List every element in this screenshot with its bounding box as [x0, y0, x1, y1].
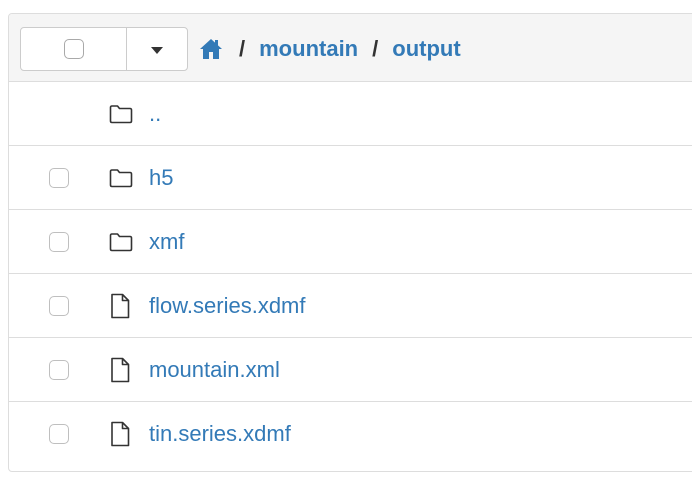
- list-item[interactable]: flow.series.xdmf: [9, 274, 692, 338]
- list-item[interactable]: h5: [9, 146, 692, 210]
- list-item-parent[interactable]: ..: [9, 82, 692, 146]
- list-item[interactable]: tin.series.xdmf: [9, 402, 692, 466]
- list-item[interactable]: xmf: [9, 210, 692, 274]
- folder-icon: [109, 232, 133, 252]
- item-checkbox[interactable]: [49, 295, 69, 316]
- file-browser-header: / mountain / output: [9, 14, 692, 82]
- breadcrumb-item-output[interactable]: output: [392, 36, 460, 62]
- list-item-name[interactable]: ..: [149, 101, 161, 127]
- home-icon[interactable]: [199, 37, 225, 61]
- list-item-name[interactable]: flow.series.xdmf: [149, 293, 306, 319]
- item-checkbox[interactable]: [49, 359, 69, 380]
- folder-icon: [109, 104, 133, 124]
- select-all-checkbox-button[interactable]: [21, 28, 127, 70]
- breadcrumb-separator: /: [372, 36, 379, 61]
- item-checkbox[interactable]: [49, 231, 69, 252]
- file-list: .. h5 xmf flow.series.xdmf mountain.xml …: [9, 82, 692, 466]
- breadcrumb-separator: /: [239, 36, 246, 61]
- file-icon: [109, 357, 131, 383]
- list-item-name[interactable]: mountain.xml: [149, 357, 280, 383]
- list-item[interactable]: mountain.xml: [9, 338, 692, 402]
- item-checkbox[interactable]: [49, 424, 69, 444]
- folder-icon: [109, 168, 133, 188]
- select-all-checkbox[interactable]: [63, 39, 84, 59]
- list-item-name[interactable]: xmf: [149, 229, 184, 255]
- selection-dropdown-button[interactable]: [127, 28, 187, 70]
- select-all-control: [20, 27, 188, 71]
- item-checkbox[interactable]: [49, 167, 69, 188]
- file-icon: [109, 421, 131, 447]
- file-icon: [109, 293, 131, 319]
- list-item-name[interactable]: tin.series.xdmf: [149, 421, 291, 447]
- caret-down-icon: [151, 46, 163, 54]
- file-browser-panel: / mountain / output .. h5 xmf flow.serie…: [8, 13, 692, 472]
- list-item-name[interactable]: h5: [149, 165, 173, 191]
- breadcrumb: / mountain / output: [199, 27, 461, 71]
- breadcrumb-item-mountain[interactable]: mountain: [259, 36, 358, 62]
